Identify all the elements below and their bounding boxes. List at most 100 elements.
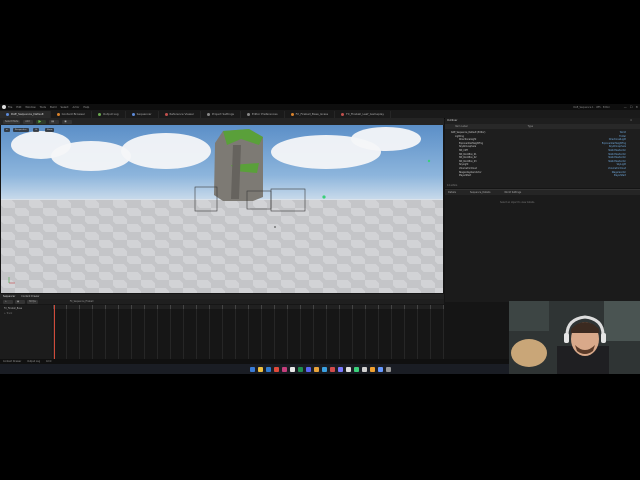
outliner-row[interactable]: Lighting Folder	[445, 135, 632, 138]
actor-gizmo-icon[interactable]	[322, 195, 326, 199]
tab-details[interactable]: Details	[448, 191, 456, 194]
tab-label: Reference Viewer	[169, 112, 195, 116]
level-viewport[interactable]: ≡ Perspective Lit Show	[1, 125, 443, 293]
outliner-footer: 14 actors	[447, 184, 458, 187]
pivot-icon	[274, 226, 276, 228]
outliner-row-label: DAE_Sequence_Default (Editor)	[451, 131, 486, 134]
taskbar-app-icon[interactable]	[273, 366, 279, 372]
outliner-row[interactable]: SM_RockBox_03 StaticMeshActor	[445, 160, 632, 163]
tab-project-settings[interactable]: Project Settings	[201, 110, 241, 118]
light-gizmo-icon[interactable]	[427, 159, 431, 163]
menu-tools[interactable]: Tools	[40, 106, 46, 109]
menu-edit[interactable]: Edit	[16, 106, 21, 109]
maximize-icon[interactable]: ☐	[630, 105, 633, 109]
tab-fx-base[interactable]: FX_Fireball_Base_Grass	[285, 110, 336, 118]
play-button[interactable]	[36, 119, 47, 124]
taskbar-app-icon[interactable]	[353, 366, 359, 372]
taskbar-app-icon[interactable]	[305, 366, 311, 372]
add-track-row[interactable]: + Track	[0, 312, 52, 315]
menu-build[interactable]: Build	[50, 106, 57, 109]
lit-button[interactable]: Lit	[33, 128, 40, 132]
unreal-logo-icon[interactable]	[2, 105, 6, 109]
menu-file[interactable]: File	[8, 106, 12, 109]
outliner-row[interactable]: SM_RockBox_02 StaticMeshActor	[445, 156, 632, 159]
tab-output-log[interactable]: Output Log	[92, 110, 126, 118]
taskbar-app-icon[interactable]	[297, 366, 303, 372]
rock-box-wireframe[interactable]	[270, 188, 306, 212]
cmd-input[interactable]: Cmd	[46, 360, 51, 363]
taskbar-app-icon[interactable]	[321, 366, 327, 372]
details-tabs: Details Sequence_Details World Settings	[445, 190, 640, 195]
tab-label: Editor Preferences	[251, 112, 278, 116]
folder-icon	[56, 112, 60, 116]
add-track-button[interactable]: +	[3, 299, 13, 304]
outliner-row[interactable]: SkyAtmosphere SkyAtmosphere	[445, 145, 632, 148]
column-type[interactable]: Type	[528, 125, 534, 128]
content-drawer-button[interactable]: Content Drawer	[3, 360, 21, 363]
outliner-row-type: SkyAtmosphere	[608, 145, 626, 149]
viewport-menu-button[interactable]: ≡	[4, 128, 10, 132]
tab-reference-viewer[interactable]: Reference Viewer	[159, 110, 202, 118]
show-button[interactable]: Show	[45, 128, 55, 132]
save-icon[interactable]: ▣	[15, 299, 25, 304]
tab-label: FX_Fireball_Leaf_Gameplay	[346, 112, 385, 116]
tab-editor-preferences[interactable]: Editor Preferences	[241, 110, 285, 118]
tab-label: DAE_Sequence_Default	[11, 112, 44, 116]
outliner-row[interactable]: PlayerStart PlayerStart	[445, 174, 632, 177]
taskbar-app-icon[interactable]	[385, 366, 391, 372]
add-button[interactable]: Add	[23, 119, 34, 124]
taskbar-app-icon[interactable]	[313, 366, 319, 372]
fps-selector[interactable]: 30 fps	[27, 299, 38, 304]
outliner-row[interactable]: ExponentialHeightFog ExponentialHeightFog	[445, 142, 632, 145]
taskbar-app-icon[interactable]	[281, 366, 287, 372]
select-mode-button[interactable]: Select Mode	[3, 119, 21, 124]
taskbar-app-icon[interactable]	[329, 366, 335, 372]
menu-window[interactable]: Window	[25, 106, 35, 109]
tab-fx-leaf[interactable]: FX_Fireball_Leaf_Gameplay	[335, 110, 392, 118]
tab-level[interactable]: DAE_Sequence_Default	[0, 110, 51, 118]
track-row[interactable]: FX_Fireball_Base	[0, 305, 52, 312]
tab-content-browser[interactable]: Content Browser	[51, 110, 92, 118]
playhead[interactable]	[54, 305, 55, 359]
close-icon[interactable]: ✕	[630, 119, 632, 122]
column-label[interactable]: Item Label	[455, 125, 468, 128]
tab-label: Project Settings	[212, 112, 234, 116]
outliner-row[interactable]: DAE_Sequence_Default (Editor) World	[445, 131, 632, 134]
tab-world-settings[interactable]: World Settings	[504, 191, 521, 194]
taskbar-app-icon[interactable]	[369, 366, 375, 372]
sequence-breadcrumb[interactable]: FX_Sequence_Fireball	[70, 300, 94, 303]
timeline-grid[interactable]	[53, 309, 444, 359]
minimize-icon[interactable]: —	[624, 105, 627, 109]
output-log-button[interactable]: Output Log	[27, 360, 40, 363]
tab-sequencer-panel[interactable]: Sequencer	[3, 295, 15, 298]
tab-sequence-details[interactable]: Sequence_Details	[470, 191, 490, 194]
outliner-columns: Item Label Type	[445, 124, 640, 129]
outliner-row[interactable]: SM_Cliff StaticMeshActor	[445, 149, 632, 152]
menu-actor[interactable]: Actor	[73, 106, 80, 109]
outliner-row[interactable]: SM_RockBox_01 StaticMeshActor	[445, 153, 632, 156]
outliner-row-type: StaticMeshActor	[608, 156, 626, 160]
close-icon[interactable]: ✕	[635, 105, 638, 109]
perspective-button[interactable]: Perspective	[13, 128, 29, 132]
taskbar-app-icon[interactable]	[361, 366, 367, 372]
taskbar-app-icon[interactable]	[337, 366, 343, 372]
stop-button[interactable]: ■	[62, 119, 73, 124]
outliner-row-label: SkyLight	[459, 163, 469, 167]
menu-help[interactable]: Help	[83, 106, 89, 109]
taskbar-app-icon[interactable]	[289, 366, 295, 372]
outliner-row[interactable]: NiagaraSystemActor NiagaraActor	[445, 171, 632, 174]
details-panel	[445, 189, 640, 302]
taskbar-app-icon[interactable]	[377, 366, 383, 372]
rock-box-wireframe[interactable]	[194, 186, 218, 212]
taskbar-app-icon[interactable]	[257, 366, 263, 372]
pause-button[interactable]: ▮▮	[49, 119, 60, 124]
tab-content-drawer[interactable]: Content Drawer	[21, 295, 39, 298]
tab-sequencer[interactable]: Sequencer	[126, 110, 159, 118]
taskbar-app-icon[interactable]	[345, 366, 351, 372]
outliner-row[interactable]: VolumetricCloud VolumetricCloud	[445, 167, 632, 170]
taskbar-app-icon[interactable]	[265, 366, 271, 372]
outliner-row[interactable]: DirectionalLight DirectionalLight	[445, 138, 632, 141]
menu-select[interactable]: Select	[61, 106, 69, 109]
taskbar-app-icon[interactable]	[249, 366, 255, 372]
outliner-row[interactable]: SkyLight SkyLight	[445, 163, 632, 166]
